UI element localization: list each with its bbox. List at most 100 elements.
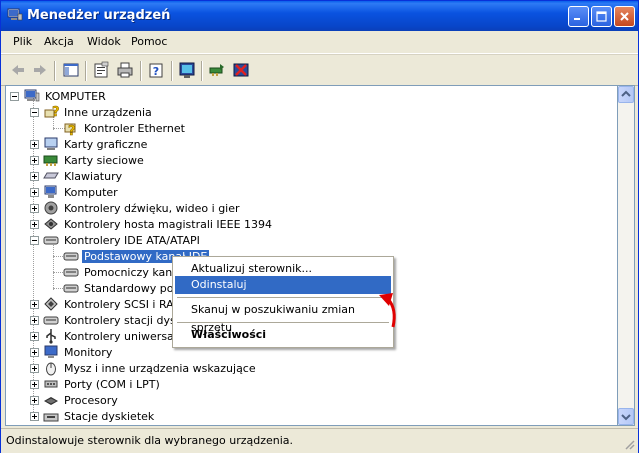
tree-label: Karty sieciowe [64,153,144,167]
computer-icon [44,185,57,198]
menu-item-properties[interactable]: Właściwości [175,326,391,344]
usb-icon [46,329,56,344]
forward-arrow-icon[interactable] [31,61,49,79]
collapse-toggle[interactable] [30,108,39,117]
tree-item-mysz[interactable]: Mysz i inne urządzenia wskazujące [43,360,258,376]
expand-toggle[interactable] [30,316,39,325]
tree-connector [53,288,63,290]
annotation-arrow-icon [379,293,396,328]
expand-toggle[interactable] [30,364,39,373]
device-manager-icon [7,8,23,21]
status-text: Odinstalowuje sterownik dla wybranego ur… [6,434,294,447]
menu-item-scan-hardware[interactable]: Skanuj w poszukiwaniu zmian sprzętu [175,301,391,334]
tree-label: Procesory [64,393,118,407]
ide-controller-icon [43,236,59,245]
device-manager-window: Menedżer urządzeń Plik Akcja Widok Pomoc [0,0,639,453]
expand-toggle[interactable] [30,140,39,149]
maximize-button[interactable] [591,6,612,27]
tree-label: Inne urządzenia [64,105,152,119]
menu-item-uninstall[interactable]: Odinstaluj [175,276,391,294]
tree-root-komputer[interactable]: KOMPUTER [24,88,108,104]
unknown-device-icon: ? [44,105,59,120]
tree-label: Kontrolery IDE ATA/ATAPI [64,233,200,247]
tree-item-komputer[interactable]: Komputer [43,184,120,200]
tree-item-monitory[interactable]: Monitory [43,344,114,360]
expand-toggle[interactable] [30,380,39,389]
print-icon[interactable] [116,61,134,79]
tree-label: Kontrolery SCSI i RAID [64,297,186,311]
tree-label: Kontroler Ethernet [84,121,185,135]
tree-item-kontrolery-ide[interactable]: Kontrolery IDE ATA/ATAPI [43,232,202,248]
expand-toggle[interactable] [30,204,39,213]
scroll-down-button[interactable] [618,408,634,425]
ide-channel-icon [63,284,79,293]
properties-icon[interactable] [92,61,110,79]
ide-channel-icon [63,268,79,277]
tree-item-karty-graficzne[interactable]: Karty graficzne [43,136,149,152]
menu-akcja[interactable]: Akcja [44,35,74,48]
tree-item-scsi-raid[interactable]: Kontrolery SCSI i RAID [43,296,187,312]
tree-item-procesory[interactable]: Procesory [43,392,120,408]
console-tree-icon[interactable] [62,61,80,79]
title-bar[interactable]: Menedżer urządzeń [1,1,638,31]
menu-plik[interactable]: Plik [13,35,32,48]
menu-widok[interactable]: Widok [87,35,121,48]
scan-hardware-icon[interactable] [178,61,196,79]
menu-bar: Plik Akcja Widok Pomoc [1,31,638,54]
svg-text:?: ? [68,124,76,136]
tree-item-inne-urzadzenia[interactable]: ? Inne urządzenia [43,104,154,120]
tree-item-stacje-dyskietek[interactable]: Stacje dyskietek [43,408,156,424]
tree-label: Monitory [64,345,113,359]
processor-icon [44,397,58,405]
expand-toggle[interactable] [30,332,39,341]
tree-connector [53,272,63,274]
firewire-icon [44,218,58,230]
close-icon [620,12,629,21]
tree-item-kontroler-ethernet[interactable]: ? Kontroler Ethernet [63,120,187,136]
floppy-drive-icon [43,413,59,422]
resize-grip-icon[interactable] [623,438,635,450]
context-menu: Aktualizuj sterownik... Odinstaluj Skanu… [172,256,394,348]
menu-separator [177,297,389,298]
maximize-icon [596,11,607,22]
back-arrow-icon[interactable] [9,61,27,79]
expand-toggle[interactable] [30,188,39,197]
expand-toggle[interactable] [30,412,39,421]
expand-toggle[interactable] [30,172,39,181]
warning-device-icon: ? [64,123,76,136]
scroll-up-button[interactable] [618,86,634,103]
tree-item-klawiatury[interactable]: Klawiatury [43,168,124,184]
menu-pomoc[interactable]: Pomoc [131,35,167,48]
tree-label: Kontrolery dźwięku, wideo i gier [64,201,240,215]
expand-toggle[interactable] [30,220,39,229]
tree-label: Klawiatury [64,169,123,183]
tree-item-karty-sieciowe[interactable]: Karty sieciowe [43,152,146,168]
tree-item-ieee-1394[interactable]: Kontrolery hosta magistrali IEEE 1394 [43,216,274,232]
uninstall-icon[interactable] [232,61,250,79]
ide-channel-icon [63,252,79,261]
collapse-toggle[interactable] [10,92,19,101]
expand-toggle[interactable] [30,156,39,165]
minimize-button[interactable] [568,6,589,27]
scsi-icon [44,297,58,311]
tree-label: Stacje dyskietek [64,409,155,423]
expand-toggle[interactable] [30,300,39,309]
computer-icon [24,89,40,102]
sound-icon [44,201,58,215]
help-icon[interactable]: ? [147,61,165,79]
tree-label: Porty (COM i LPT) [64,377,160,391]
close-button[interactable] [614,6,635,27]
toolbar-separator [85,61,87,81]
toolbar: ? [1,54,638,86]
collapse-toggle[interactable] [30,236,39,245]
tree-item-kontrolery-dzwieku[interactable]: Kontrolery dźwięku, wideo i gier [43,200,242,216]
expand-toggle[interactable] [30,396,39,405]
minimize-icon [574,18,580,20]
vertical-scrollbar[interactable] [618,85,635,426]
expand-toggle[interactable] [30,348,39,357]
tree-label: KOMPUTER [45,89,106,103]
floppy-controller-icon [43,316,59,325]
tree-item-porty[interactable]: Porty (COM i LPT) [43,376,162,392]
update-driver-icon[interactable] [208,61,226,79]
chevron-down-icon [621,414,631,421]
